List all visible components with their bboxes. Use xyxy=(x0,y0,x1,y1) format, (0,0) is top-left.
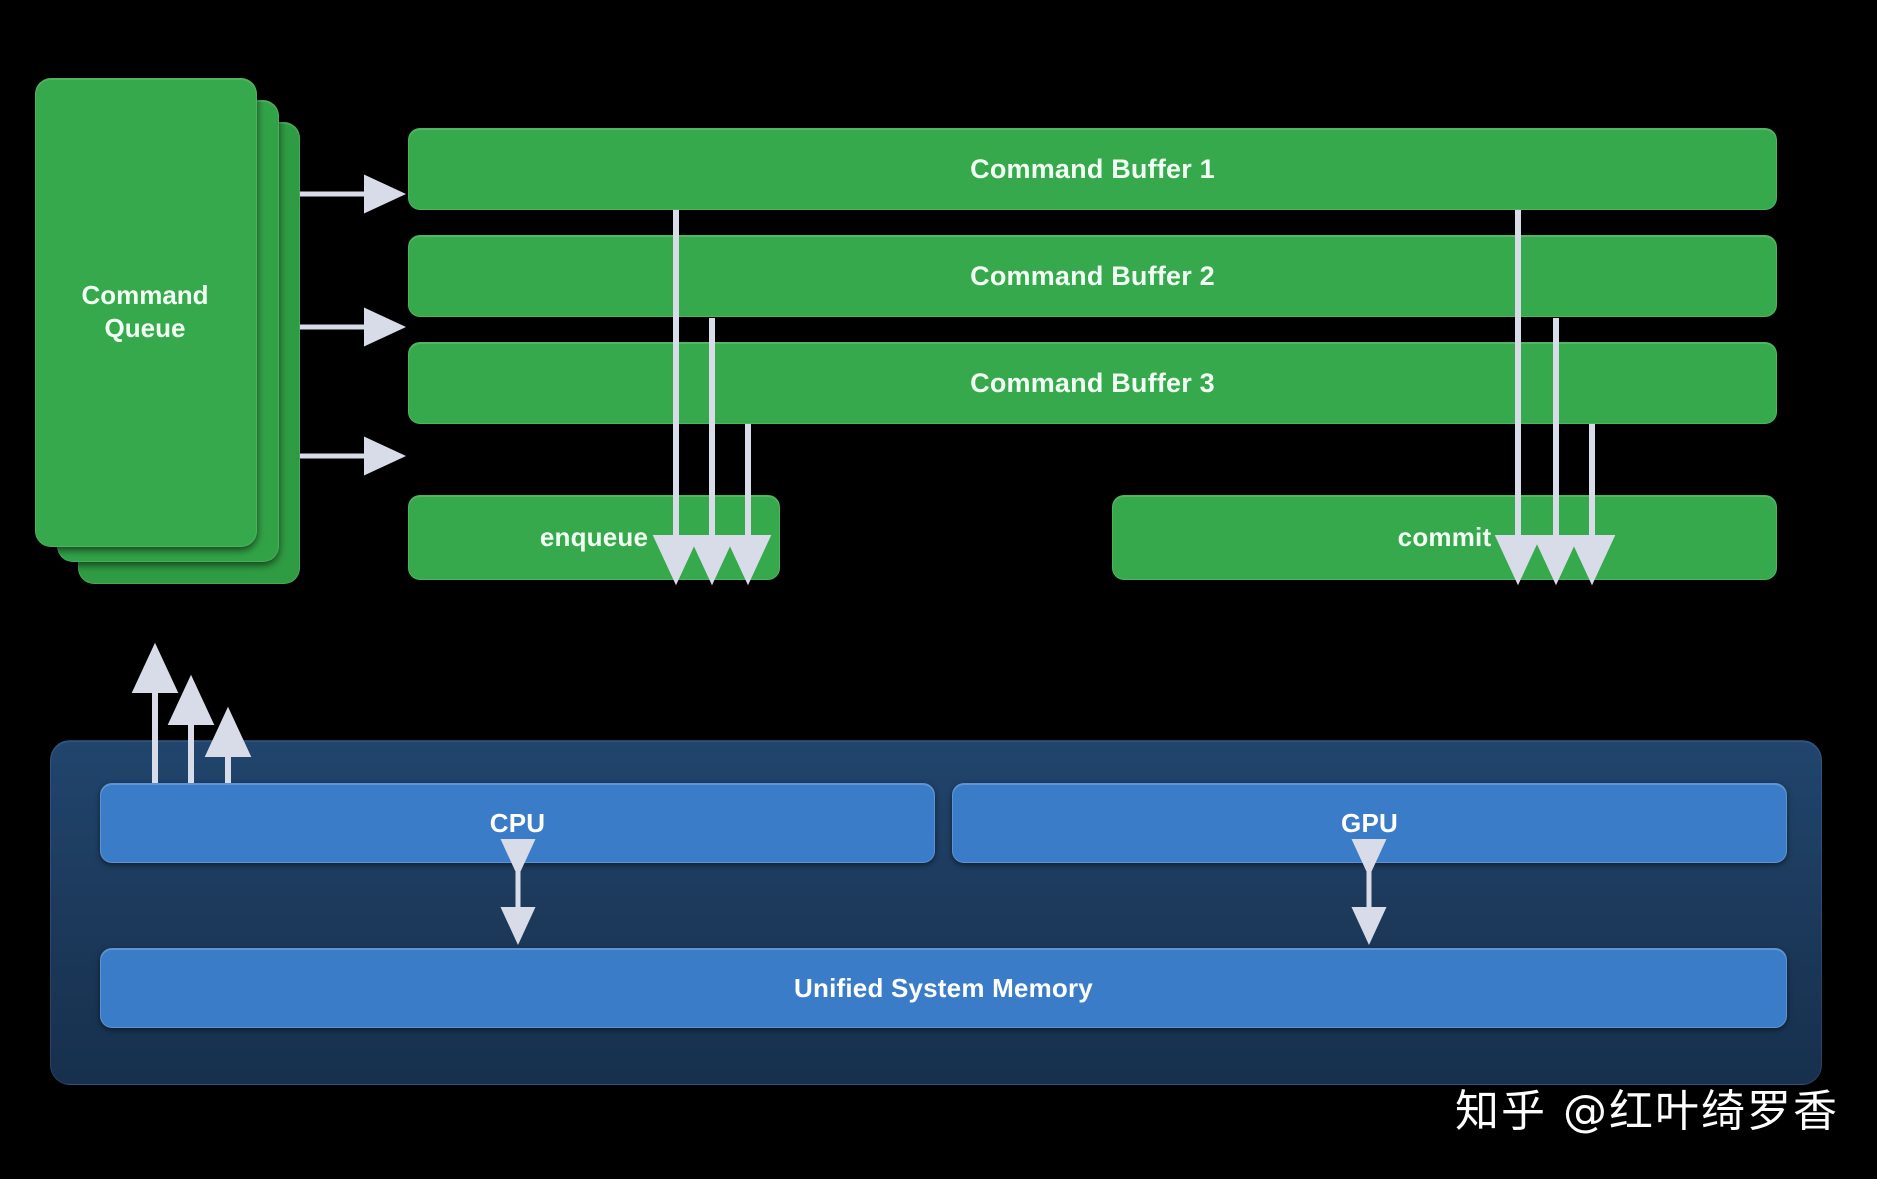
commit-label: commit xyxy=(1397,522,1492,552)
command-queue-label: Command Queue xyxy=(35,78,255,545)
cpu-label: CPU xyxy=(489,807,546,838)
command-buffer-3[interactable]: Command Buffer 3 xyxy=(408,342,1777,424)
unified-system-memory-label: Unified System Memory xyxy=(794,972,1093,1003)
gpu-label: GPU xyxy=(1341,807,1398,838)
unified-system-memory-box[interactable]: Unified System Memory xyxy=(100,948,1787,1028)
commit-box[interactable]: commit xyxy=(1112,495,1777,580)
enqueue-label: enqueue xyxy=(539,522,649,552)
command-buffer-3-label: Command Buffer 3 xyxy=(970,367,1215,398)
command-queue-label-line1: Command xyxy=(81,280,209,310)
command-buffer-1[interactable]: Command Buffer 1 xyxy=(408,128,1777,210)
command-buffer-2-label: Command Buffer 2 xyxy=(970,260,1215,291)
command-queue-label-line2: Queue xyxy=(104,312,186,343)
enqueue-box[interactable]: enqueue xyxy=(408,495,780,580)
diagram-canvas: Command Queue Command Buffer 1 Command B… xyxy=(0,0,1877,1179)
cpu-box[interactable]: CPU xyxy=(100,783,935,863)
command-buffer-2[interactable]: Command Buffer 2 xyxy=(408,235,1777,317)
gpu-box[interactable]: GPU xyxy=(952,783,1787,863)
watermark: 知乎 @红叶绮罗香 xyxy=(1455,1086,1839,1137)
command-buffer-1-label: Command Buffer 1 xyxy=(970,153,1215,184)
